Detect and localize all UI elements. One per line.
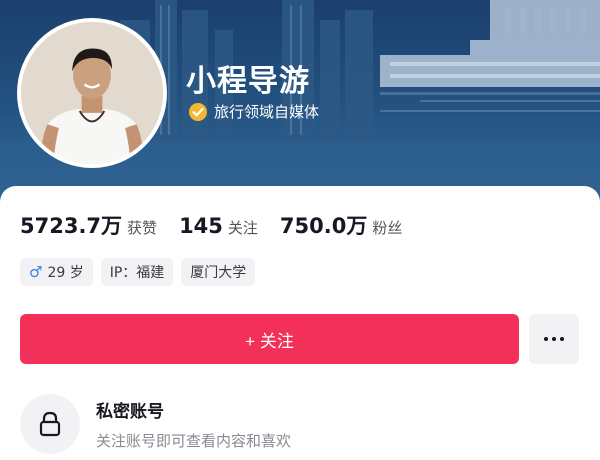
lock-icon [39,411,61,437]
private-text: 私密账号 关注账号即可查看内容和喜欢 [96,397,291,451]
more-dots-icon [544,337,548,341]
avatar[interactable] [17,18,167,168]
male-icon: ♂ [29,263,43,281]
stat-likes[interactable]: 5723.7万 获赞 [20,210,157,240]
display-name: 小程导游 [186,64,310,99]
tags-row: ♂ 29 岁 IP：福建 厦门大学 [20,258,263,286]
profile-card: 5723.7万 获赞 145 关注 750.0万 粉丝 ♂ 29 岁 IP：福建… [0,186,600,460]
verification-label: 旅行领域自媒体 [214,103,320,121]
profile-screen: 小程导游 旅行领域自媒体 5723.7万 获赞 145 关注 750.0万 粉丝 [0,0,600,460]
likes-count: 5723.7万 [20,214,123,238]
ip-label: IP：福建 [109,265,165,281]
private-account-notice: 私密账号 关注账号即可查看内容和喜欢 [20,394,291,454]
more-dot [552,337,556,341]
follow-button[interactable]: + 关注 [20,314,519,364]
more-button[interactable] [529,314,579,364]
ip-tag: IP：福建 [100,258,174,286]
lock-badge [20,394,80,454]
followers-label: 粉丝 [372,219,403,237]
school-label: 厦门大学 [190,265,247,281]
stat-followers[interactable]: 750.0万 粉丝 [280,210,402,240]
likes-label: 获赞 [127,219,158,237]
follow-label: + 关注 [245,331,294,351]
age-tag: ♂ 29 岁 [20,258,93,286]
verified-badge-icon [189,102,207,121]
following-label: 关注 [227,219,258,237]
more-dot [560,337,564,341]
following-count: 145 [179,214,223,238]
age-label: 29 岁 [47,265,84,281]
private-description: 关注账号即可查看内容和喜欢 [96,432,292,450]
school-tag[interactable]: 厦门大学 [181,258,256,286]
private-title: 私密账号 [96,402,164,422]
followers-count: 750.0万 [279,214,368,238]
verification-row: 旅行领域自媒体 [188,101,319,122]
stat-following[interactable]: 145 关注 [179,214,258,238]
stats-row: 5723.7万 获赞 145 关注 750.0万 粉丝 [20,210,424,240]
